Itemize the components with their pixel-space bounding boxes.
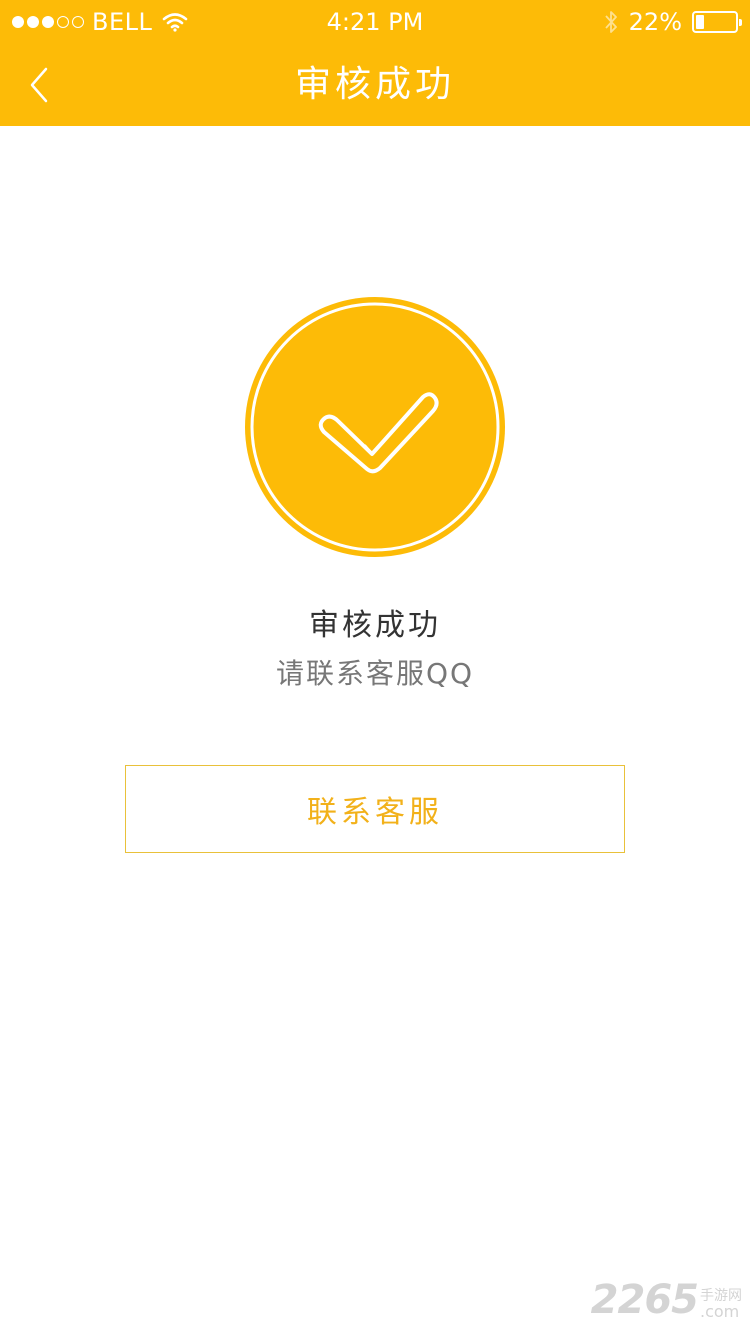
status-right: 22%: [603, 6, 742, 38]
header-bar: BELL 4:21 PM 22% 审核成功: [0, 0, 750, 126]
contact-service-button[interactable]: 联系客服: [125, 765, 625, 853]
battery-fill: [696, 15, 704, 29]
bluetooth-icon: [604, 11, 617, 33]
status-bar: BELL 4:21 PM 22%: [0, 0, 750, 44]
battery-cap: [739, 19, 742, 26]
watermark-logo: 2265 手游网 .com: [591, 1280, 742, 1320]
navigation-bar: 审核成功: [0, 44, 750, 126]
contact-service-label: 联系客服: [307, 795, 443, 830]
watermark-side: 手游网 .com: [700, 1288, 742, 1320]
battery-icon: [692, 11, 742, 33]
battery-percent: 22%: [628, 8, 682, 36]
page-title: 审核成功: [294, 64, 455, 105]
result-subtitle: 请联系客服QQ: [275, 657, 475, 690]
check-circle-icon: [245, 297, 505, 557]
watermark-number: 2265: [590, 1277, 699, 1323]
result-title: 审核成功: [309, 608, 441, 643]
watermark-suffix: .com: [700, 1302, 740, 1321]
